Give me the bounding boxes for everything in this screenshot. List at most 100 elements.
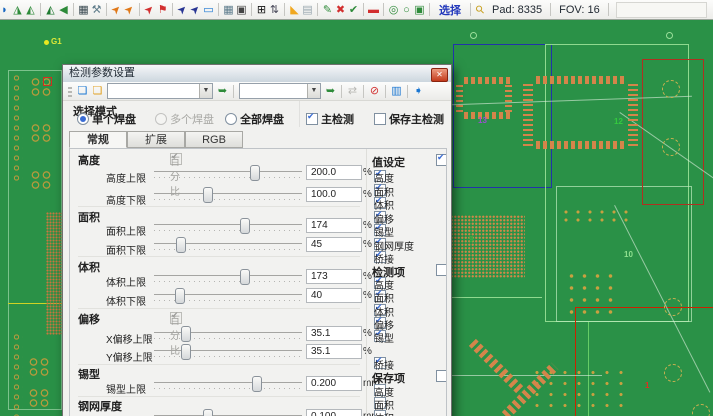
apply-template-2-icon[interactable]: ➥	[323, 83, 338, 100]
volume-upper-slider[interactable]	[154, 269, 302, 284]
slider-thumb[interactable]	[203, 187, 213, 203]
slider-thumb[interactable]	[181, 344, 191, 360]
chevron-down-icon[interactable]: ▼	[199, 84, 212, 98]
sort-az-icon[interactable]: ⇅	[268, 1, 281, 19]
area-upper-value[interactable]: 174	[306, 218, 362, 233]
divider	[78, 364, 360, 365]
checkbox-icon[interactable]	[306, 113, 318, 125]
table-icon[interactable]: ▦	[222, 1, 235, 19]
solder-shape-upper-slider[interactable]	[154, 376, 302, 391]
y-offset-upper-value[interactable]: 35.1	[306, 344, 362, 359]
slider-thumb[interactable]	[240, 269, 250, 285]
detect-items-header-checkbox[interactable]	[436, 264, 447, 276]
radio-icon[interactable]	[225, 113, 237, 125]
height-lower-value[interactable]: 100.0	[306, 187, 362, 202]
app-window: ◗ ◮ ◭ ◭ ◀ ▦ ⚒ ➤ ➤ ➤ ⚑ ➤ ➤ ▭ ▦ ▣ ⊞ ⇅ ◣ ▤ …	[0, 0, 713, 416]
select-button[interactable]: 选择	[439, 2, 461, 18]
prism-icon[interactable]: ◭	[44, 1, 57, 19]
tab-extended[interactable]: 扩展	[127, 131, 185, 148]
circle-double-icon[interactable]: ◎	[387, 1, 400, 19]
solder-shape-upper-value[interactable]: 0.200	[306, 376, 362, 391]
checkbox-icon[interactable]	[374, 113, 386, 125]
pcb-highlight-pad	[43, 77, 52, 86]
cone-icon[interactable]: ◀	[57, 1, 70, 19]
monitor-icon[interactable]: ▦	[77, 1, 90, 19]
save-items-header-checkbox[interactable]	[436, 370, 447, 382]
height-upper-value[interactable]: 200.0	[306, 165, 362, 180]
tab-general[interactable]: 常规	[69, 131, 127, 148]
status-recess	[616, 2, 707, 18]
tools-icon[interactable]: ⚒	[90, 1, 103, 19]
chart-edit-icon[interactable]: ✎	[321, 1, 334, 19]
flag-triangle-icon[interactable]: ◮	[11, 1, 24, 19]
delete-icon[interactable]: ✖	[334, 1, 347, 19]
pcb-diagonal-pads	[469, 339, 526, 396]
value-setting-header-checkbox[interactable]	[436, 154, 447, 166]
volume-lower-slider[interactable]	[154, 288, 302, 303]
quad-grid-icon[interactable]: ⊞	[255, 1, 268, 19]
group-height-label: 高度	[78, 152, 100, 168]
tab-rgb[interactable]: RGB	[185, 131, 243, 148]
save-main-detect-checkbox[interactable]: 保存主检测	[374, 111, 444, 127]
square-ring-icon[interactable]: ▣	[413, 1, 426, 19]
pcb-pad-column	[12, 73, 23, 185]
height-lower-slider[interactable]	[154, 187, 302, 202]
slider-thumb[interactable]	[175, 288, 185, 304]
toolbar-separator	[550, 3, 551, 16]
toolbar-separator	[317, 3, 318, 16]
y-offset-upper-slider[interactable]	[154, 344, 302, 359]
slider-thumb[interactable]	[176, 237, 186, 253]
pcb-round-footprint	[662, 138, 680, 156]
radio-all-pads[interactable]: 全部焊盘	[225, 111, 284, 127]
unit-label: %	[363, 346, 372, 357]
area-upper-slider[interactable]	[154, 218, 302, 233]
toolbar-separator	[385, 85, 386, 98]
app-disk-icon[interactable]: ◗	[0, 1, 11, 19]
slider-thumb[interactable]	[250, 165, 260, 181]
template-combo-2[interactable]: ▼	[239, 83, 321, 99]
pcb-green-line-h	[452, 297, 542, 298]
radio-single-pad[interactable]: 单个焊盘	[77, 111, 136, 127]
dialog-titlebar[interactable]: 检测参数设置	[63, 65, 451, 83]
radio-multi-pad: 多个焊盘	[155, 111, 214, 127]
exit-icon[interactable]: ➧	[411, 83, 426, 100]
slider-thumb[interactable]	[203, 409, 213, 416]
slider-thumb[interactable]	[240, 218, 250, 234]
height-upper-slider[interactable]	[154, 165, 302, 180]
volume-upper-value[interactable]: 173	[306, 269, 362, 284]
toolbar-separator	[218, 3, 219, 16]
close-button[interactable]: ✕	[431, 68, 448, 82]
area-lower-value[interactable]: 45	[306, 237, 362, 252]
detection-parameters-dialog: 检测参数设置 ✕ ❏ ❏ ▼ ➥ ▼ ➥ ⇄ ⊘ ▥ ➧ 选择模式	[62, 64, 452, 416]
block-icon[interactable]: ⊘	[367, 83, 382, 100]
divider	[78, 206, 360, 207]
dialog-toolbar: ❏ ❏ ▼ ➥ ▼ ➥ ⇄ ⊘ ▥ ➧	[63, 82, 451, 101]
toolbar-grip[interactable]	[68, 85, 72, 97]
flag-triangle-2-icon[interactable]: ◭	[24, 1, 37, 19]
slider-thumb[interactable]	[252, 376, 262, 392]
apply-template-icon[interactable]: ➥	[215, 83, 230, 100]
area-lower-slider[interactable]	[154, 237, 302, 252]
circle-icon[interactable]: ○	[400, 1, 413, 19]
x-offset-upper-slider[interactable]	[154, 326, 302, 341]
x-offset-upper-value[interactable]: 35.1	[306, 326, 362, 341]
magnifier-icon[interactable]: ⚲	[470, 0, 492, 20]
main-detect-checkbox[interactable]: 主检测	[306, 111, 354, 127]
grid-icon[interactable]: ▤	[301, 1, 314, 19]
template-combo-1[interactable]: ▼	[107, 83, 213, 99]
stencil-thickness-value[interactable]: 0.100	[306, 409, 362, 416]
volume-lower-value[interactable]: 40	[306, 288, 362, 303]
chevron-down-icon[interactable]: ▼	[307, 84, 320, 98]
apply-check-icon[interactable]: ✔	[347, 1, 360, 19]
remove-icon[interactable]: ▬	[367, 1, 380, 19]
stencil-thickness-slider[interactable]	[154, 409, 302, 416]
set-square-icon[interactable]: ◣	[288, 1, 301, 19]
pcb-connector-pads	[536, 76, 626, 84]
toolbar-separator	[73, 3, 74, 16]
save-template-icon[interactable]: ❏	[90, 83, 105, 100]
slider-thumb[interactable]	[181, 326, 191, 342]
camera-icon[interactable]: ▣	[235, 1, 248, 19]
save-icon[interactable]: ▥	[389, 83, 404, 100]
load-template-icon[interactable]: ❏	[75, 83, 90, 100]
radio-icon[interactable]	[77, 113, 89, 125]
